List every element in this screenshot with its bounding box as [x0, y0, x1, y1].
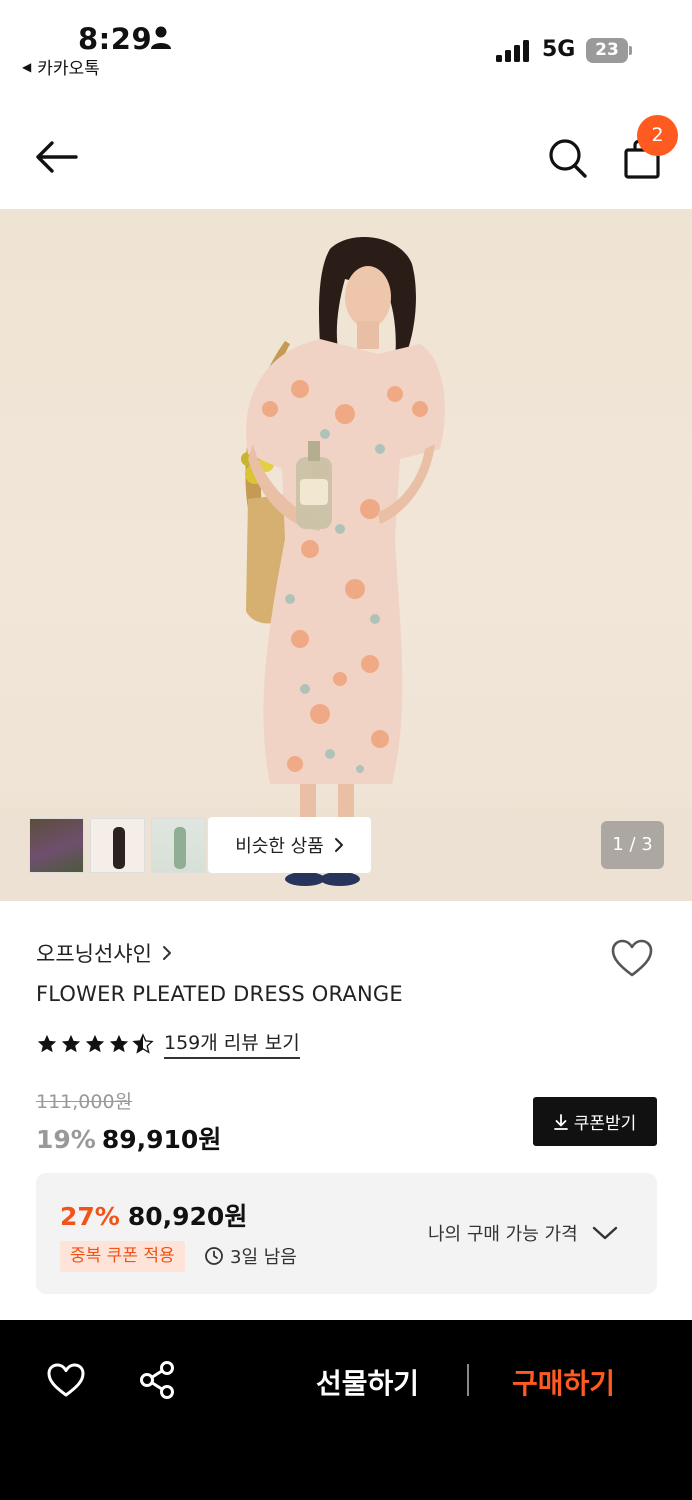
cart-count-badge: 2 [637, 115, 678, 156]
buy-button[interactable]: 구매하기 [512, 1362, 615, 1402]
original-price: 111,000원 [36, 1091, 133, 1113]
half-star-icon [132, 1032, 154, 1054]
battery-cap [629, 46, 632, 55]
clock-icon [205, 1247, 223, 1265]
discount-rate: 19% [36, 1125, 96, 1154]
review-link[interactable]: 159개 리뷰 보기 [164, 1028, 300, 1059]
similar-products-button[interactable]: 비슷한 상품 [208, 817, 371, 873]
back-app-label: 카카오톡 [37, 59, 100, 79]
star-icon [109, 1034, 129, 1052]
battery-icon: 23 [586, 38, 632, 63]
divider [467, 1364, 469, 1396]
share-icon[interactable] [138, 1360, 176, 1400]
image-page-indicator: 1 / 3 [601, 821, 664, 869]
my-price-label: 나의 구매 가능 가격 [428, 1224, 578, 1245]
remaining-time-label: 3일 남음 [230, 1247, 297, 1268]
product-image-gallery[interactable]: 비슷한 상품 1 / 3 [0, 209, 692, 901]
best-price: 80,920원 [127, 1202, 248, 1231]
bottom-action-bar: 선물하기 구매하기 [0, 1320, 692, 1500]
star-icon [37, 1034, 57, 1052]
signal-icon [496, 40, 529, 62]
back-triangle-icon: ◀ [22, 59, 32, 74]
thumbnail-image[interactable] [90, 818, 145, 873]
duplicate-coupon-tag: 중복 쿠폰 적용 [60, 1241, 185, 1272]
chevron-right-icon [334, 838, 343, 852]
brand-link[interactable]: 오프닝선샤인 [36, 938, 172, 968]
download-icon [553, 1113, 568, 1130]
best-price-row: 27% 80,920원 [60, 1197, 247, 1233]
back-to-app-link[interactable]: ◀ 카카오톡 [22, 54, 100, 79]
remaining-time: 3일 남음 [204, 1243, 297, 1269]
top-nav [0, 108, 692, 208]
my-price-toggle[interactable]: 나의 구매 가능 가격 [428, 1220, 618, 1246]
back-arrow-icon[interactable] [32, 138, 80, 176]
battery-level: 23 [586, 38, 628, 63]
best-discount-rate: 27% [60, 1202, 120, 1231]
chevron-right-icon [162, 946, 171, 960]
thumbnail-image[interactable] [29, 818, 84, 873]
status-time: 8:29 [78, 22, 153, 56]
product-name: FLOWER PLEATED DRESS ORANGE [36, 982, 403, 1006]
person-icon [151, 26, 171, 49]
star-icon [61, 1034, 81, 1052]
brand-name: 오프닝선샤인 [36, 942, 152, 966]
star-icon [85, 1034, 105, 1052]
wishlist-heart-icon[interactable] [46, 1362, 86, 1398]
search-icon[interactable] [546, 136, 588, 180]
network-type: 5G [542, 37, 576, 62]
best-price-box[interactable]: 27% 80,920원 중복 쿠폰 적용 3일 남음 나의 구매 가능 가격 [36, 1173, 657, 1294]
star-rating [36, 1032, 154, 1055]
sale-price: 89,910원 [101, 1125, 222, 1154]
status-bar: 8:29 ◀ 카카오톡 5G 23 [0, 0, 692, 95]
chevron-down-icon [592, 1226, 617, 1240]
wishlist-heart-icon[interactable] [610, 938, 654, 978]
rating-row: 159개 리뷰 보기 [36, 1028, 300, 1059]
gift-button[interactable]: 선물하기 [316, 1362, 419, 1402]
price-row: 19% 89,910원 [36, 1120, 221, 1156]
get-coupon-label: 쿠폰받기 [573, 1114, 637, 1134]
get-coupon-button[interactable]: 쿠폰받기 [533, 1097, 657, 1146]
similar-products-label: 비슷한 상품 [235, 836, 324, 857]
thumbnail-image[interactable] [151, 818, 206, 873]
thumbnail-strip [29, 818, 206, 873]
model-photo [0, 237, 692, 901]
